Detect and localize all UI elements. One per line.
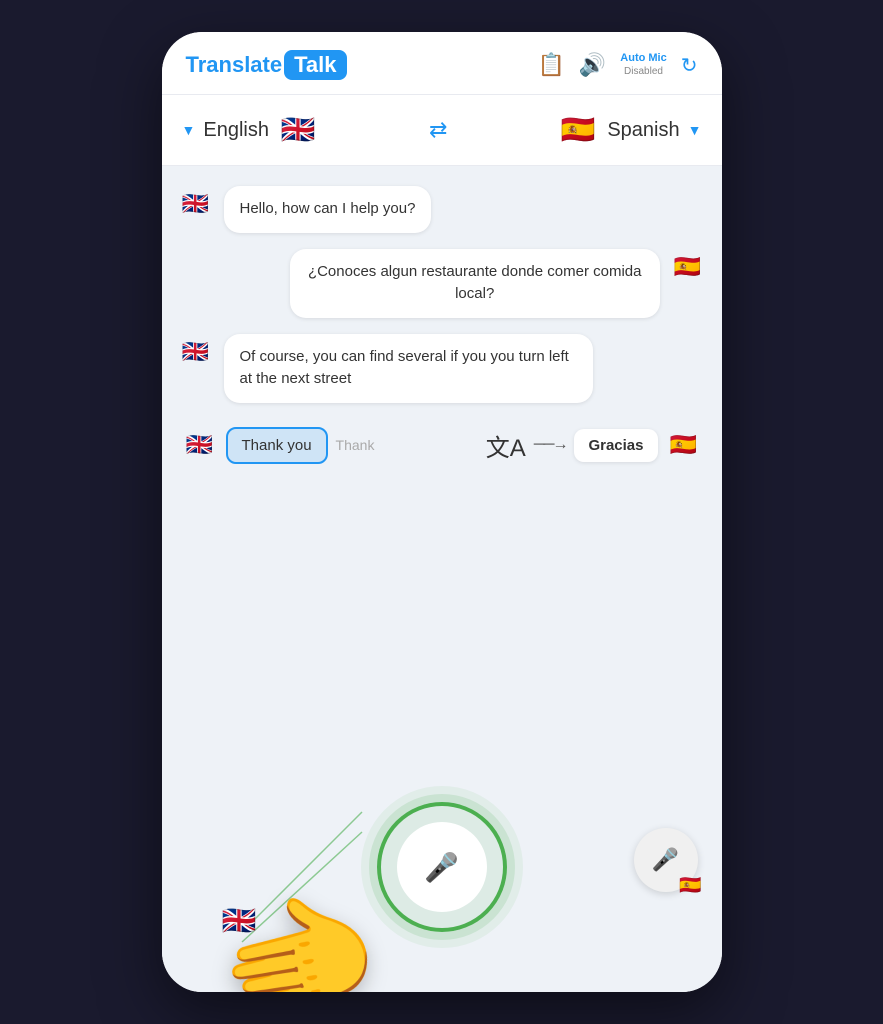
translation-row: 🇬🇧 Thank you Thank 文A ──→ Gracias 🇪🇸	[178, 419, 706, 472]
message-row: 🇬🇧 Of course, you can find several if yo…	[178, 334, 706, 403]
message-row: 🇬🇧 Hello, how can I help you?	[178, 186, 706, 233]
mic-circle-inner: 🎤	[397, 822, 487, 912]
hand-icon: 🫱	[204, 866, 390, 992]
volume-icon[interactable]: 🔊	[579, 52, 606, 78]
message-text: Hello, how can I help you?	[240, 200, 416, 217]
right-mic-circle: 🎤 🇪🇸	[634, 828, 698, 892]
translation-placeholder: Thank	[336, 437, 478, 453]
app-header: TranslateTalk 📋 🔊 Auto Mic Disabled ↻	[162, 32, 722, 95]
translation-result-text: Gracias	[588, 437, 643, 454]
message-flag: 🇪🇸	[670, 249, 706, 285]
mic-ring[interactable]: 🎤	[377, 802, 507, 932]
translation-target-flag: 🇪🇸	[666, 427, 702, 463]
bottom-mic-area: 🎤 🇬🇧 🫱 🎤 🇪🇸	[162, 632, 722, 992]
mic-icon: 🎤	[424, 851, 459, 884]
translate-icon[interactable]: 文A	[486, 428, 526, 463]
source-flag: 🇬🇧	[277, 109, 319, 151]
logo-talk-text: Talk	[284, 50, 346, 80]
hand-gesture: 🫱	[217, 879, 379, 992]
message-flag: 🇬🇧	[178, 186, 214, 222]
translation-result: Gracias	[574, 429, 657, 462]
right-mic-container[interactable]: 🎤 🇪🇸	[634, 828, 698, 892]
language-bar: ▼ English 🇬🇧 ⇄ 🇪🇸 Spanish ▼	[162, 95, 722, 166]
translation-source-flag: 🇬🇧	[182, 427, 218, 463]
main-mic-container: 🎤	[377, 802, 507, 932]
right-mic-icon: 🎤	[652, 847, 679, 873]
source-lang-name: English	[203, 119, 269, 142]
auto-mic-status: Disabled	[624, 66, 663, 78]
translation-input-text: Thank you	[242, 437, 312, 454]
phone-container: TranslateTalk 📋 🔊 Auto Mic Disabled ↻ ▼ …	[162, 32, 722, 992]
copy-icon[interactable]: 📋	[537, 52, 564, 78]
source-chevron-icon: ▼	[182, 122, 196, 138]
swap-languages-icon[interactable]: ⇄	[429, 117, 447, 143]
message-bubble: ¿Conoces algun restaurante donde comer c…	[290, 249, 660, 318]
chat-area: 🇬🇧 Hello, how can I help you? 🇪🇸 ¿Conoce…	[162, 166, 722, 632]
auto-mic-label: Auto Mic	[620, 52, 666, 65]
header-actions: 📋 🔊 Auto Mic Disabled ↻	[537, 52, 697, 78]
message-text: Of course, you can find several if you y…	[240, 348, 569, 388]
logo-translate-text: Translate	[186, 52, 283, 78]
refresh-icon[interactable]: ↻	[681, 53, 698, 78]
right-flag-badge: 🇪🇸	[679, 875, 701, 896]
app-logo: TranslateTalk	[186, 50, 347, 80]
target-chevron-icon: ▼	[688, 122, 702, 138]
translation-arrow-icon: ──→	[534, 436, 567, 454]
message-flag: 🇬🇧	[178, 334, 214, 370]
message-text: ¿Conoces algun restaurante donde comer c…	[308, 263, 642, 303]
auto-mic-badge: Auto Mic Disabled	[620, 52, 666, 77]
message-bubble: Hello, how can I help you?	[224, 186, 432, 233]
message-bubble: Of course, you can find several if you y…	[224, 334, 594, 403]
target-lang-name: Spanish	[607, 119, 679, 142]
translation-input[interactable]: Thank you	[226, 427, 328, 464]
source-lang-selector[interactable]: ▼ English 🇬🇧	[182, 109, 319, 151]
target-lang-selector[interactable]: 🇪🇸 Spanish ▼	[557, 109, 701, 151]
target-flag: 🇪🇸	[557, 109, 599, 151]
message-row: 🇪🇸 ¿Conoces algun restaurante donde come…	[178, 249, 706, 318]
